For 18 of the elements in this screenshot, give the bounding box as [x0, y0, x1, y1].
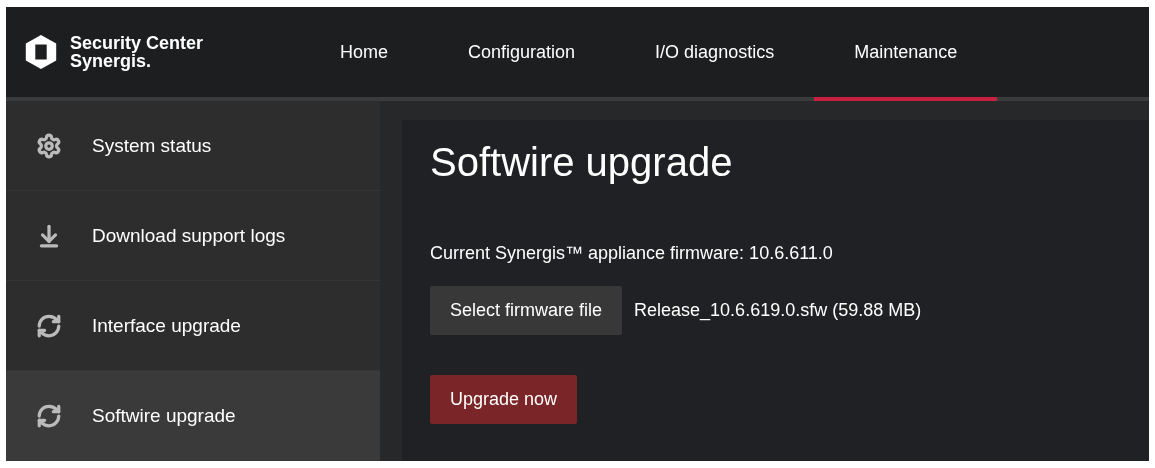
select-file-button[interactable]: Select firmware file: [430, 286, 623, 335]
refresh-icon: [36, 312, 62, 339]
sidebar-label: Download support logs: [92, 224, 286, 247]
refresh-icon: [36, 402, 62, 429]
sidebar-label: Softwire upgrade: [92, 404, 236, 427]
page-title: Softwire upgrade: [430, 140, 734, 185]
sidebar-label: System status: [92, 134, 212, 157]
firmware-version-text: Current Synergis™ appliance firmware: 10.6.611.0: [430, 243, 834, 264]
nav-tab[interactable]: Home: [300, 7, 428, 101]
gear-icon: [36, 132, 62, 159]
file-name: Release_10.6.619.0.sfw (59.88 MB): [634, 300, 922, 321]
upgrade-button[interactable]: Upgrade now: [430, 375, 578, 424]
nav-tab[interactable]: Configuration: [428, 7, 616, 101]
logo-text: Security Center: [70, 34, 204, 52]
logo-text: Synergis.: [70, 52, 153, 70]
sidebar-label: Interface upgrade: [92, 314, 241, 337]
sidebar-item[interactable]: Softwire upgrade: [6, 371, 380, 461]
nav-tab[interactable]: I/O diagnostics: [615, 7, 815, 101]
